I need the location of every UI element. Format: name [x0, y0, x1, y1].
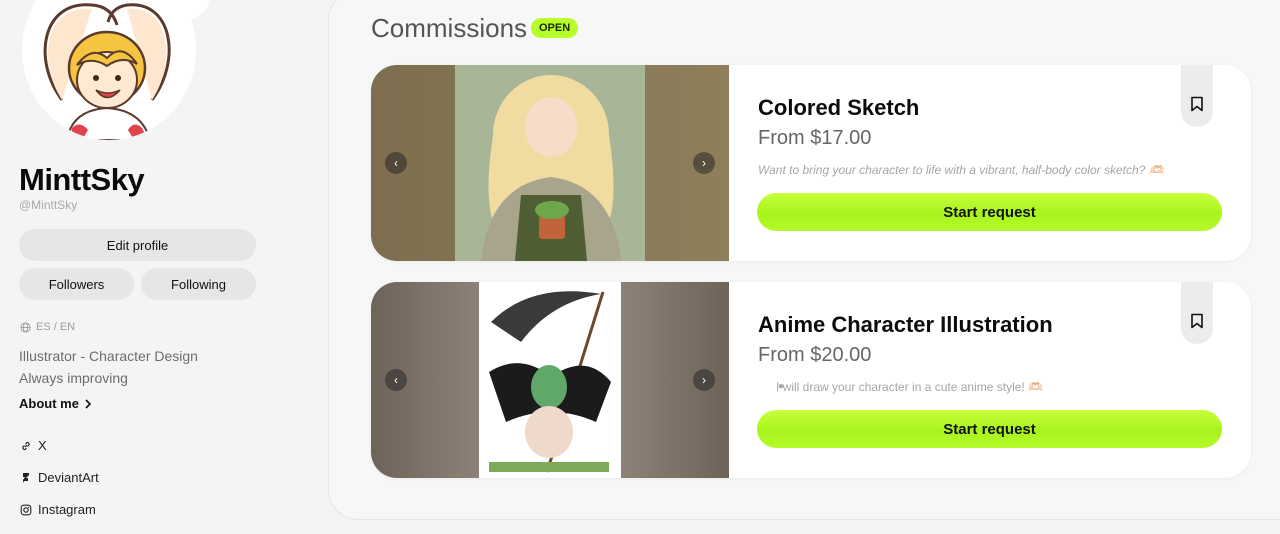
- card-price: From $17.00: [758, 127, 872, 149]
- bookmark-icon: [1191, 96, 1203, 112]
- image-gallery[interactable]: ‹ ›: [371, 65, 729, 261]
- globe-icon: [20, 321, 31, 333]
- commissions-title: Commissions: [371, 13, 528, 43]
- previous-image-button[interactable]: ‹: [385, 152, 407, 174]
- card-description: I will draw your character in a cute ani…: [776, 380, 1044, 394]
- bio-line: Illustrator - Character Design: [19, 348, 198, 364]
- card-title: Anime Character Illustration: [758, 312, 1053, 337]
- bookmark-button[interactable]: [1181, 65, 1213, 127]
- languages: ES / EN: [20, 321, 75, 333]
- status-badge: OPEN: [531, 18, 579, 38]
- profile-sidebar: MinttSky @MinttSky Edit profile Follower…: [0, 0, 320, 534]
- avatar-illustration: [22, 0, 196, 140]
- card-price: From $20.00: [758, 344, 872, 366]
- edit-profile-button[interactable]: Edit profile: [19, 229, 256, 261]
- social-link-x[interactable]: X: [20, 438, 47, 453]
- card-title: Colored Sketch: [758, 95, 920, 120]
- start-request-button[interactable]: Start request: [757, 410, 1222, 448]
- bookmark-icon: [1191, 313, 1203, 329]
- social-link-deviantart[interactable]: DeviantArt: [20, 470, 99, 485]
- commission-card[interactable]: ‹ › Anime Character Illustration From $2…: [371, 282, 1251, 478]
- gardener-character-artwork: [371, 65, 729, 261]
- card-description: Want to bring your character to life wit…: [758, 163, 1164, 177]
- followers-button[interactable]: Followers: [19, 268, 134, 300]
- next-image-button[interactable]: ›: [693, 369, 715, 391]
- following-button[interactable]: Following: [141, 268, 256, 300]
- bookmark-button[interactable]: [1181, 282, 1213, 344]
- about-me-label: About me: [19, 396, 79, 411]
- social-link-label: Instagram: [38, 502, 96, 517]
- image-gallery[interactable]: ‹ ›: [371, 282, 729, 478]
- next-image-button[interactable]: ›: [693, 152, 715, 174]
- scythe-character-artwork: [371, 282, 729, 478]
- display-name: MinttSky: [19, 162, 145, 197]
- social-link-label: DeviantArt: [38, 470, 99, 485]
- about-me-link[interactable]: About me: [19, 396, 92, 411]
- link-icon: [22, 441, 30, 450]
- commission-card[interactable]: ‹ › Colored Sketch From $17.00 Want to b…: [371, 65, 1251, 261]
- start-request-button[interactable]: Start request: [757, 193, 1222, 231]
- languages-label: ES / EN: [36, 321, 76, 333]
- instagram-icon: [20, 504, 32, 515]
- deviantart-icon: [23, 472, 29, 483]
- social-link-instagram[interactable]: Instagram: [20, 502, 96, 517]
- user-handle: @MinttSky: [19, 198, 78, 212]
- social-link-label: X: [38, 438, 47, 453]
- avatar[interactable]: [22, 0, 196, 140]
- chevron-right-icon: [85, 398, 92, 409]
- bio-line: Always improving: [19, 370, 128, 386]
- previous-image-button[interactable]: ‹: [385, 369, 407, 391]
